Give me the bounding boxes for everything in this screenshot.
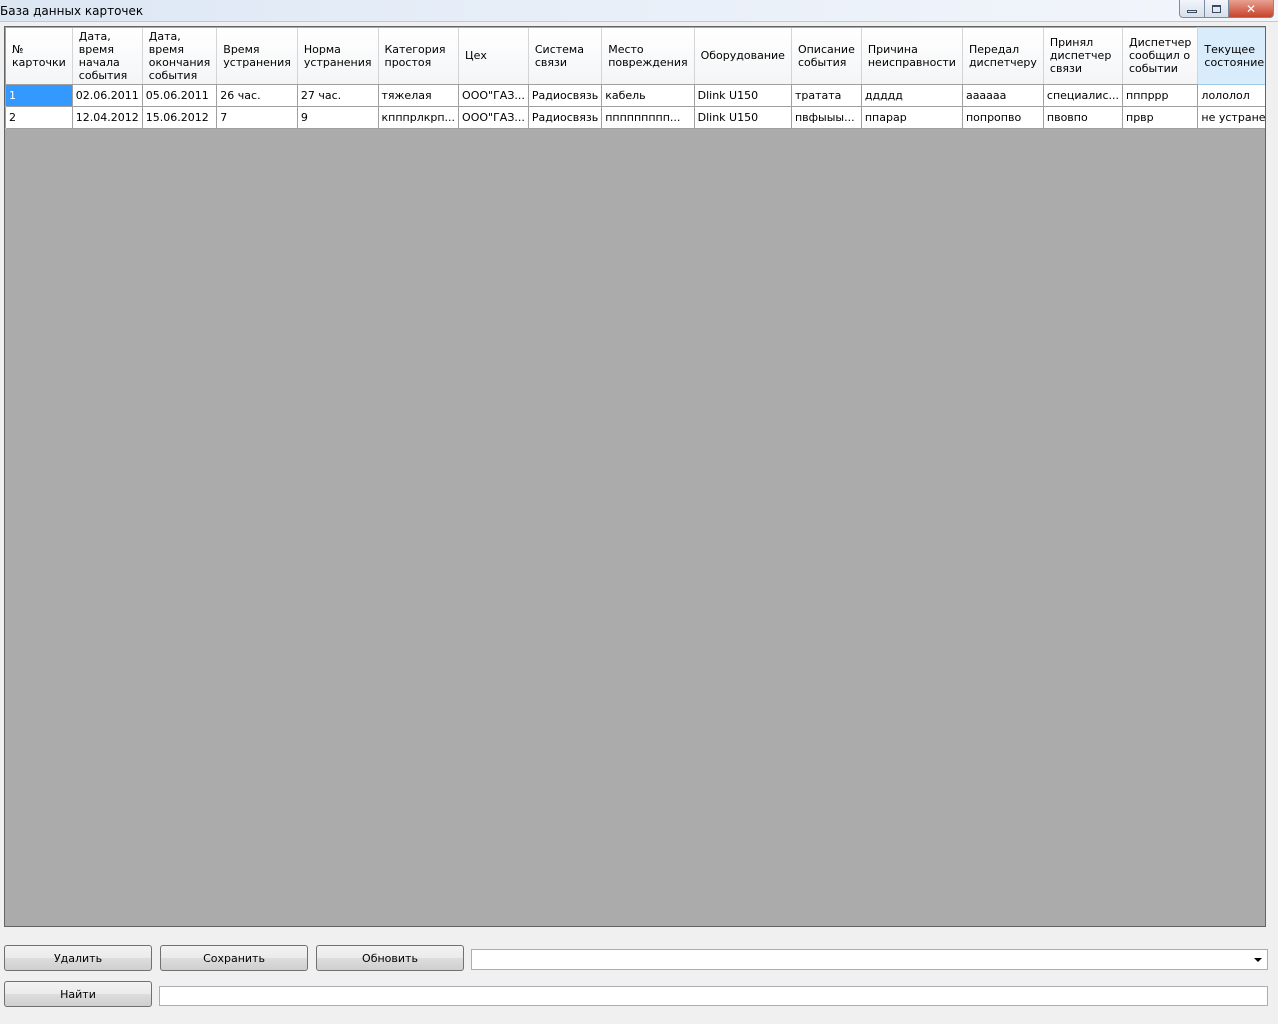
save-button[interactable]: Сохранить [160, 945, 308, 971]
column-header[interactable]: Причина неисправности [861, 27, 963, 85]
table-cell[interactable]: 9 [297, 106, 379, 129]
column-header[interactable]: Цех [458, 27, 529, 85]
table-cell[interactable]: Dlink U150 [694, 106, 792, 129]
row-header-cell[interactable] [5, 106, 6, 129]
table-row[interactable]: 1 02.06.2011 05.06.2011 26 час. 27 час. тяжел… [5, 84, 1265, 107]
cards-data-grid[interactable]: № карточки Дата, время начала события Дата… [4, 26, 1266, 927]
column-header[interactable]: Место повреждения [601, 27, 695, 85]
minimize-icon [1187, 10, 1197, 13]
close-button[interactable]: ✕ [1229, 0, 1274, 18]
window-controls: ✕ [1179, 0, 1274, 18]
table-cell[interactable]: 12.04.2012 [72, 106, 143, 129]
column-header[interactable]: Диспетчер сообщил о событии [1122, 27, 1199, 85]
column-header[interactable]: Дата, время окончания события [142, 27, 218, 85]
table-row[interactable]: 2 12.04.2012 15.06.2012 7 9 кпппрлкрп... ООО"Г… [5, 106, 1265, 129]
table-cell[interactable]: кпппрлкрп... [378, 106, 460, 129]
table-cell[interactable]: 26 час. [216, 84, 298, 107]
table-cell[interactable]: 1 [5, 84, 73, 107]
table-cell[interactable]: ООО"ГАЗ... [458, 106, 529, 129]
column-header[interactable]: Оборудование [694, 27, 792, 85]
header-row: № карточки Дата, время начала события Дата… [5, 27, 1265, 85]
table-cell[interactable]: пппррр [1122, 84, 1199, 107]
column-header[interactable]: Система связи [528, 27, 603, 85]
column-header[interactable]: Время устранения [216, 27, 298, 85]
table-cell[interactable]: пвовпо [1043, 106, 1124, 129]
row-header-cell[interactable] [5, 84, 6, 107]
field-select-combobox[interactable] [471, 949, 1268, 970]
column-header[interactable]: Текущее состояние [1197, 27, 1265, 85]
window-title: База данных карточек [0, 4, 144, 18]
table-cell[interactable]: 27 час. [297, 84, 379, 107]
table-cell[interactable]: ддддд [861, 84, 963, 107]
table-cell[interactable]: кабель [601, 84, 695, 107]
table-cell[interactable]: ппарар [861, 106, 963, 129]
table-cell[interactable]: не устране... [1197, 106, 1265, 129]
close-icon: ✕ [1245, 1, 1257, 16]
table-cell[interactable]: тяжелая [378, 84, 460, 107]
maximize-icon [1212, 4, 1221, 13]
table-cell[interactable]: пвфыыы... [791, 106, 862, 129]
table-cell[interactable]: попропво [962, 106, 1044, 129]
grid-body: 1 02.06.2011 05.06.2011 26 час. 27 час. тяжел… [5, 84, 1265, 129]
table-cell[interactable]: специалис... [1043, 84, 1124, 107]
column-header[interactable]: Описание события [791, 27, 862, 85]
minimize-button[interactable] [1179, 0, 1205, 18]
table-cell[interactable]: 7 [216, 106, 298, 129]
table-cell[interactable]: Радиосвязь [528, 84, 603, 107]
table-cell[interactable]: 15.06.2012 [142, 106, 218, 129]
table-cell[interactable]: Радиосвязь [528, 106, 603, 129]
table-cell[interactable]: 05.06.2011 [142, 84, 218, 107]
table-cell[interactable]: аааааа [962, 84, 1044, 107]
maximize-button[interactable] [1205, 0, 1229, 18]
column-header[interactable]: Категория простоя [378, 27, 460, 85]
refresh-button[interactable]: Обновить [316, 945, 464, 971]
table-cell[interactable]: Dlink U150 [694, 84, 792, 107]
delete-button[interactable]: Удалить [4, 945, 152, 971]
cards-table: № карточки Дата, время начала события Дата… [5, 27, 1265, 129]
table-cell[interactable]: тратата [791, 84, 862, 107]
table-cell[interactable]: ппппппппп... [601, 106, 695, 129]
table-cell[interactable]: 02.06.2011 [72, 84, 143, 107]
search-input[interactable] [159, 986, 1268, 1006]
chevron-down-icon[interactable] [1254, 958, 1262, 962]
table-cell[interactable]: лололол [1197, 84, 1265, 107]
column-header[interactable]: Норма устранения [297, 27, 379, 85]
column-header[interactable]: Передал диспетчеру [962, 27, 1044, 85]
table-cell[interactable]: 2 [5, 106, 73, 129]
column-header[interactable]: Принял диспетчер связи [1043, 27, 1124, 85]
column-header[interactable]: № карточки [5, 27, 73, 85]
title-bar: База данных карточек ✕ [0, 0, 1278, 22]
column-header[interactable]: Дата, время начала события [72, 27, 143, 85]
table-cell[interactable]: ООО"ГАЗ... [458, 84, 529, 107]
table-cell[interactable]: првр [1122, 106, 1199, 129]
find-button[interactable]: Найти [4, 981, 152, 1007]
